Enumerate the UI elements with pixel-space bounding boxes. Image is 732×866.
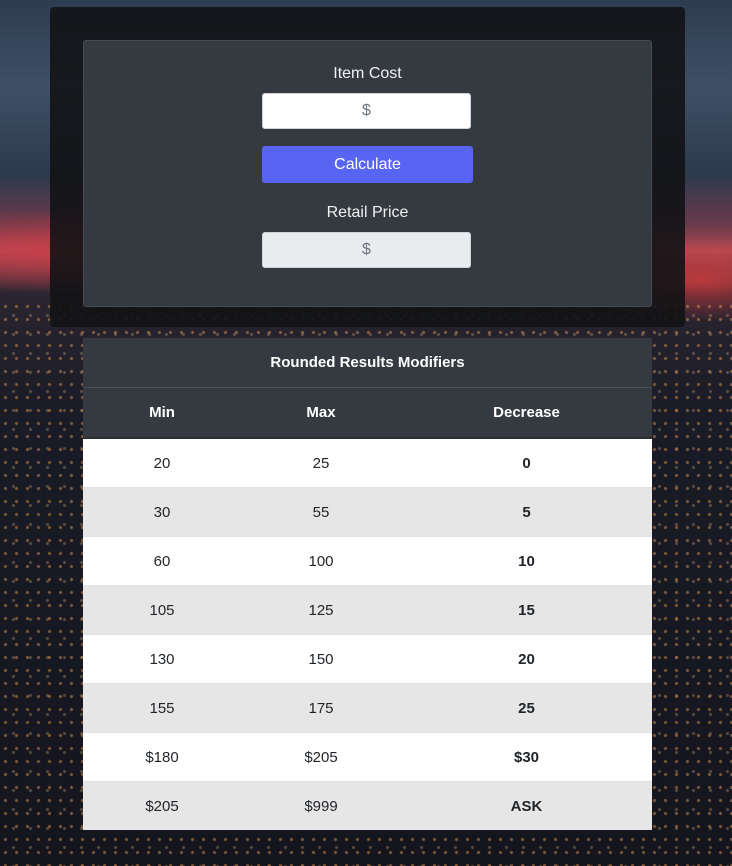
calculate-button[interactable]: Calculate bbox=[262, 146, 473, 183]
max-cell: 150 bbox=[241, 634, 401, 684]
table-row: $205 $999 ASK bbox=[83, 781, 653, 830]
min-cell: 155 bbox=[83, 683, 241, 733]
decrease-cell: 15 bbox=[401, 585, 653, 635]
table-row: $180 $205 $30 bbox=[83, 732, 653, 782]
decrease-cell: 10 bbox=[401, 536, 653, 586]
column-header-decrease: Decrease bbox=[401, 387, 653, 439]
decrease-cell: 5 bbox=[401, 487, 653, 537]
min-cell: 105 bbox=[83, 585, 241, 635]
min-cell: $205 bbox=[83, 781, 241, 830]
decrease-cell: 20 bbox=[401, 634, 653, 684]
retail-price-field bbox=[262, 232, 471, 268]
calculator-card: Item Cost Calculate Retail Price bbox=[83, 40, 652, 307]
min-cell: 30 bbox=[83, 487, 241, 537]
item-cost-label: Item Cost bbox=[333, 65, 402, 82]
retail-price-label: Retail Price bbox=[326, 204, 409, 221]
modifiers-table: Rounded Results Modifiers Min Max Decrea… bbox=[83, 338, 653, 830]
max-cell: 25 bbox=[241, 437, 401, 488]
min-cell: 130 bbox=[83, 634, 241, 684]
max-cell: $999 bbox=[241, 781, 401, 830]
max-cell: 175 bbox=[241, 683, 401, 733]
min-cell: 60 bbox=[83, 536, 241, 586]
min-cell: 20 bbox=[83, 437, 241, 488]
decrease-cell: ASK bbox=[401, 781, 653, 830]
item-cost-input[interactable] bbox=[262, 93, 471, 129]
table-row: 20 25 0 bbox=[83, 437, 653, 488]
decrease-cell: $30 bbox=[401, 732, 653, 782]
table-row: 60 100 10 bbox=[83, 536, 653, 586]
column-header-min: Min bbox=[83, 387, 241, 439]
decrease-cell: 0 bbox=[401, 437, 653, 488]
decrease-cell: 25 bbox=[401, 683, 653, 733]
column-header-max: Max bbox=[241, 387, 401, 439]
max-cell: $205 bbox=[241, 732, 401, 782]
table-title: Rounded Results Modifiers bbox=[83, 338, 653, 388]
table-row: 30 55 5 bbox=[83, 487, 653, 537]
table-row: 105 125 15 bbox=[83, 585, 653, 635]
max-cell: 55 bbox=[241, 487, 401, 537]
max-cell: 100 bbox=[241, 536, 401, 586]
max-cell: 125 bbox=[241, 585, 401, 635]
table-row: 155 175 25 bbox=[83, 683, 653, 733]
min-cell: $180 bbox=[83, 732, 241, 782]
table-row: 130 150 20 bbox=[83, 634, 653, 684]
